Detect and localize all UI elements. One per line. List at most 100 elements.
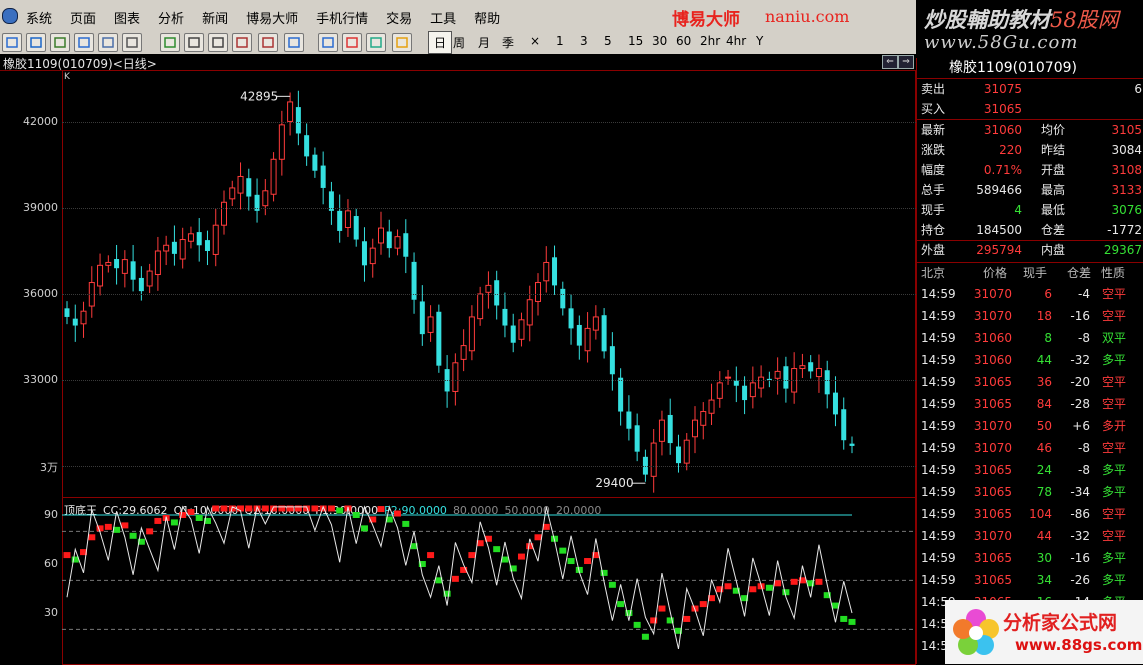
oscillator-block — [683, 615, 691, 622]
quote-value2: 3108 — [1111, 163, 1142, 177]
menu-item-1[interactable]: 页面 — [70, 8, 96, 27]
period-5[interactable]: 1 — [556, 34, 564, 48]
period-1[interactable]: 周 — [453, 34, 465, 51]
tick-oi-change: -26 — [1070, 573, 1090, 587]
palette-icon[interactable] — [366, 33, 386, 52]
tick-price: 31065 — [973, 551, 1012, 565]
menu-item-5[interactable]: 博易大师 — [246, 8, 298, 27]
quote-row: 外盘 295794 内盘 29367 — [917, 240, 1143, 260]
candle-down — [114, 259, 120, 269]
candle-up — [592, 316, 599, 331]
candle-up — [163, 244, 170, 252]
oscillator-block — [567, 558, 575, 565]
quote-title: 橡胶1109(010709) — [917, 58, 1143, 78]
quote-value2: -1772 — [1107, 223, 1142, 237]
table-icon[interactable] — [50, 33, 70, 52]
tick-price: 31065 — [973, 375, 1012, 389]
period-3[interactable]: 季 — [502, 34, 514, 51]
tick-oi-change: +6 — [1072, 419, 1090, 433]
menu-item-8[interactable]: 工具 — [430, 8, 456, 27]
tick-volume: 46 — [1036, 441, 1052, 455]
menu-item-4[interactable]: 新闻 — [202, 8, 228, 27]
lightning-icon[interactable] — [392, 33, 412, 52]
menu-item-7[interactable]: 交易 — [386, 8, 412, 27]
buy-row: 买入 31065 — [917, 99, 1143, 119]
period-6[interactable]: 3 — [580, 34, 588, 48]
oscillator-block — [765, 584, 773, 591]
candle-up — [394, 236, 401, 249]
candle-up — [179, 239, 186, 260]
tick-price: 31070 — [973, 287, 1012, 301]
menu-item-2[interactable]: 图表 — [114, 8, 140, 27]
draw-icon[interactable] — [318, 33, 338, 52]
quote-title-text: 橡胶1109(010709) — [949, 60, 1077, 76]
logo-url[interactable]: www.88gs.com — [1015, 636, 1142, 654]
app-icon[interactable] — [2, 8, 18, 24]
period-9[interactable]: 30 — [652, 34, 667, 48]
period-2[interactable]: 月 — [478, 34, 490, 51]
period-11[interactable]: 2hr — [700, 34, 720, 48]
period-10[interactable]: 60 — [676, 34, 691, 48]
oscillator-block — [220, 505, 228, 512]
candle-up — [105, 261, 112, 266]
banner-line1: 炒股輔助教材58股网 — [924, 4, 1119, 34]
menu-item-9[interactable]: 帮助 — [474, 8, 500, 27]
period-12[interactable]: 4hr — [726, 34, 746, 48]
import-icon[interactable] — [284, 33, 304, 52]
tick-volume: 24 — [1036, 463, 1052, 477]
oscillator-block — [584, 558, 592, 565]
menu-item-0[interactable]: 系统 — [26, 8, 52, 27]
back-icon[interactable] — [2, 33, 22, 52]
tick-nature: 空平 — [1101, 529, 1126, 543]
kline-gridline — [62, 208, 916, 209]
candle-down — [733, 380, 739, 386]
tick-volume: 44 — [1036, 353, 1052, 367]
menu-item-3[interactable]: 分析 — [158, 8, 184, 27]
tick-price: 31070 — [973, 419, 1012, 433]
candle-down — [204, 240, 210, 251]
alert-icon[interactable] — [342, 33, 362, 52]
f10-icon[interactable] — [122, 33, 142, 52]
candle-down — [295, 107, 301, 134]
candle-up — [584, 327, 591, 352]
chart-area[interactable]: K 42000 39000 36000 33000 3万 顶底王 CC:29.6062 Q1… — [0, 70, 916, 665]
candle-down — [626, 411, 632, 429]
candle-down — [72, 318, 78, 326]
quote-value: 184500 — [976, 223, 1022, 237]
period-0[interactable]: 日 — [428, 31, 453, 54]
oscillator-block — [154, 517, 162, 524]
candle-down — [552, 257, 558, 286]
window-icon[interactable] — [98, 33, 118, 52]
tick-oi-change: -8 — [1078, 463, 1090, 477]
period-8[interactable]: 15 — [628, 34, 643, 48]
candle-down — [64, 308, 70, 317]
quote-value2: 3133 — [1111, 183, 1142, 197]
cursor-icon[interactable] — [232, 33, 252, 52]
maximize-icon[interactable]: ⇒ — [898, 55, 914, 69]
period-7[interactable]: 5 — [604, 34, 612, 48]
export-icon[interactable] — [258, 33, 278, 52]
oscillator-block — [782, 589, 790, 596]
restore-icon[interactable]: ⇐ — [882, 55, 898, 69]
candle-down — [436, 311, 442, 366]
period-4[interactable]: × — [530, 34, 540, 48]
refresh-icon[interactable] — [160, 33, 180, 52]
oscillator-block — [261, 505, 269, 512]
tick-oi-change: -4 — [1078, 287, 1090, 301]
list-icon[interactable] — [74, 33, 94, 52]
zoom-in-icon[interactable] — [184, 33, 204, 52]
tick-oi-change: -28 — [1070, 397, 1090, 411]
buy-label: 买入 — [921, 102, 946, 116]
brand-site[interactable]: naniu.com — [765, 7, 849, 26]
period-13[interactable]: Y — [756, 34, 763, 48]
quote-row: 最新 31060 均价 3105 — [917, 120, 1143, 140]
menu-item-6[interactable]: 手机行情 — [316, 8, 368, 27]
tick-volume: 18 — [1036, 309, 1052, 323]
site-logo: 分析家公式网 www.88gs.com — [945, 600, 1143, 664]
tick-volume: 30 — [1036, 551, 1052, 565]
line-chart-icon[interactable] — [26, 33, 46, 52]
oscillator-block — [493, 546, 501, 553]
oscillator-block — [88, 534, 96, 541]
zoom-out-icon[interactable] — [208, 33, 228, 52]
candle-up — [378, 227, 384, 244]
